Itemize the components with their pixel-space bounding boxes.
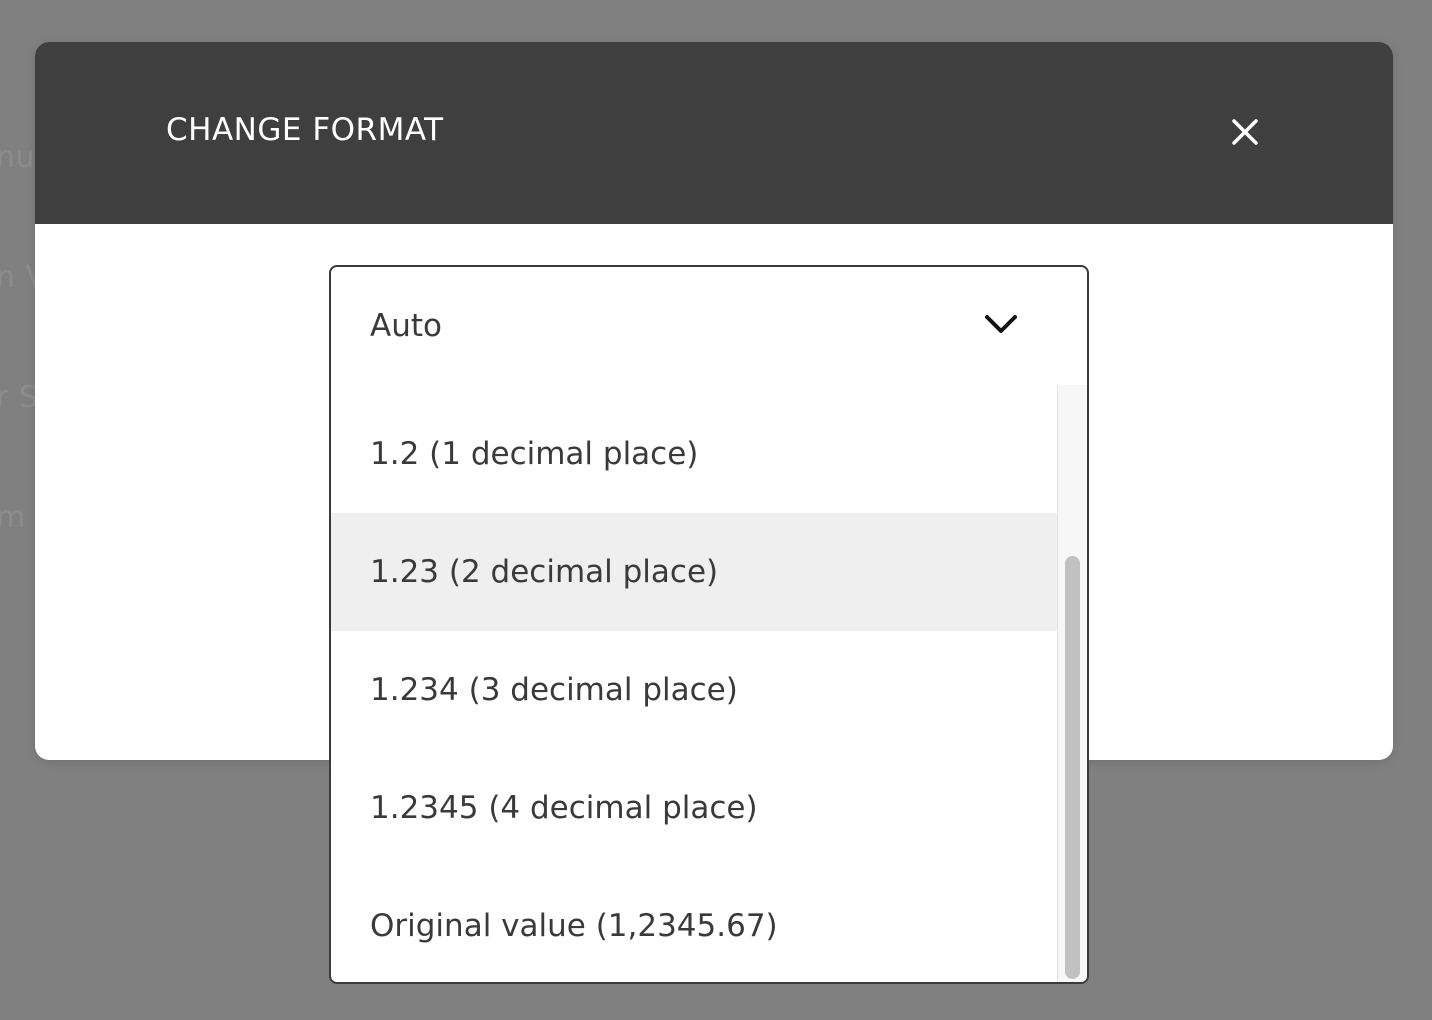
option-label: 1.2345 (4 decimal place) [370, 790, 758, 826]
modal-title: CHANGE FORMAT [166, 112, 444, 148]
option-label: 1.2 (1 decimal place) [370, 436, 699, 472]
format-option-4-decimal[interactable]: 1.2345 (4 decimal place) [331, 749, 1057, 867]
close-icon [1227, 114, 1263, 150]
chevron-down-icon [983, 311, 1019, 337]
options-scrollbar[interactable] [1057, 385, 1087, 982]
format-option-original-value[interactable]: Original value (1,2345.67) [331, 867, 1057, 982]
background-text-3: r S [0, 380, 39, 415]
option-label: 1.234 (3 decimal place) [370, 672, 738, 708]
background-text-1: nu [0, 140, 36, 175]
close-button[interactable] [1227, 114, 1263, 150]
option-label: Original value (1,2345.67) [370, 908, 778, 944]
modal-header: CHANGE FORMAT [35, 42, 1393, 224]
options-scrollbar-thumb[interactable] [1065, 556, 1080, 979]
format-option-1-decimal[interactable]: 1.2 (1 decimal place) [331, 395, 1057, 513]
format-select[interactable]: Auto [329, 265, 1089, 387]
format-select-value: Auto [370, 308, 442, 344]
option-label: 1.23 (2 decimal place) [370, 554, 719, 590]
format-option-2-decimal[interactable]: 1.23 (2 decimal place) [331, 513, 1057, 631]
background-text-4: m [0, 500, 26, 535]
format-option-3-decimal[interactable]: 1.234 (3 decimal place) [331, 631, 1057, 749]
format-options-list: 1.2 (1 decimal place) 1.23 (2 decimal pl… [329, 385, 1089, 984]
